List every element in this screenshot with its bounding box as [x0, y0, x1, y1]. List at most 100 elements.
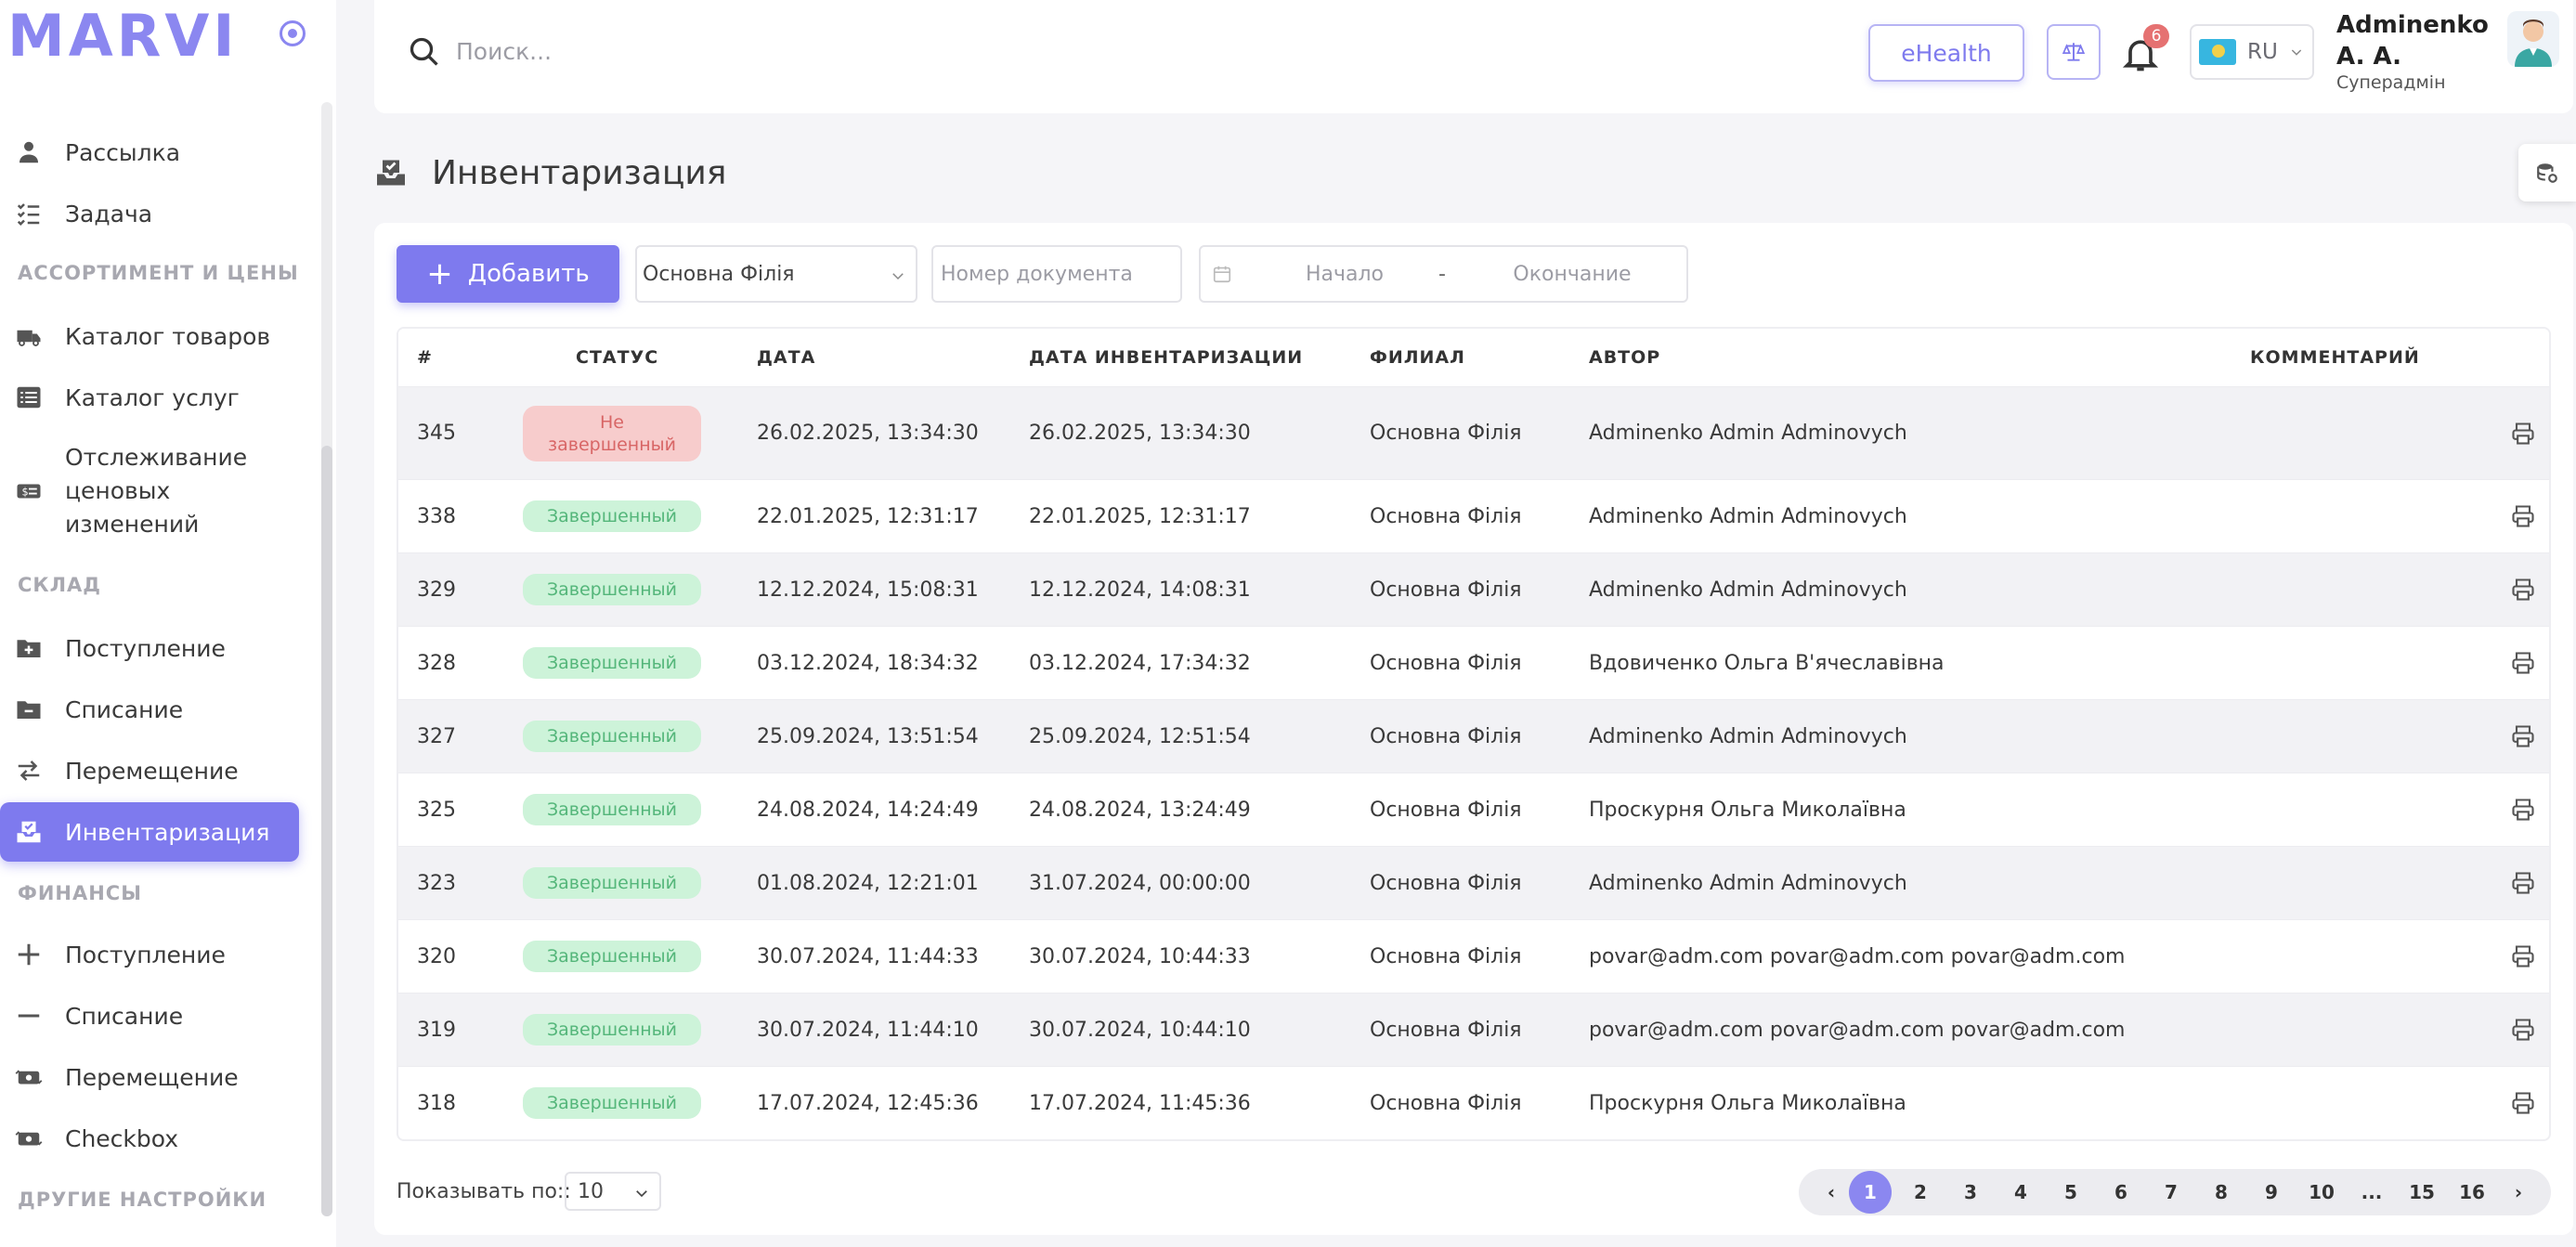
sidebar-item-service-catalog[interactable]: Каталог услуг: [0, 375, 299, 420]
add-button[interactable]: + Добавить: [397, 245, 619, 303]
print-icon[interactable]: [2510, 1090, 2536, 1116]
inventory-icon: [15, 818, 43, 846]
table-row[interactable]: 319 30.07.2024, 11:44:10 30.07.2024, 10:44…: [398, 993, 2549, 1066]
sidebar-item-finance-receipt[interactable]: Поступление: [0, 932, 299, 977]
pagination-page[interactable]: 10: [2300, 1171, 2343, 1214]
pagination-prev-icon[interactable]: ‹: [1810, 1171, 1853, 1214]
cell-inventory-date: 22.01.2025, 12:31:17: [1029, 504, 1251, 528]
top-header: eHealth 6 RU Adminenko A. A. Суперадмін: [374, 0, 2573, 113]
sidebar-item-finance-transfer[interactable]: Перемещение: [0, 1055, 299, 1099]
column-header-num[interactable]: #: [417, 347, 433, 368]
sidebar-scrollbar-thumb[interactable]: [321, 446, 332, 1216]
cell-branch: Основна Філія: [1370, 578, 1522, 602]
column-header-inventory-date[interactable]: ДАТА ИНВЕНТАРИЗАЦИИ: [1029, 347, 1303, 368]
sidebar-item-warehouse-writeoff[interactable]: Списание: [0, 687, 299, 732]
person-icon: [15, 138, 43, 166]
date-end-field[interactable]: Окончание: [1498, 263, 1646, 286]
pagination-page[interactable]: 8: [2200, 1171, 2243, 1214]
table-row[interactable]: 328 03.12.2024, 18:34:32 03.12.2024, 17:34…: [398, 626, 2549, 699]
print-icon[interactable]: [2510, 1017, 2536, 1043]
print-icon[interactable]: [2510, 870, 2536, 896]
table-row[interactable]: 323 01.08.2024, 12:21:01 31.07.2024, 00:00…: [398, 846, 2549, 919]
print-icon[interactable]: [2510, 797, 2536, 823]
status-badge: Завершенный: [523, 721, 701, 752]
table-row[interactable]: 329 12.12.2024, 15:08:31 12.12.2024, 14:08…: [398, 552, 2549, 626]
page-size-select[interactable]: 10: [565, 1172, 661, 1211]
chevron-down-icon: [2291, 49, 2302, 56]
cell-inventory-date: 17.07.2024, 11:45:36: [1029, 1091, 1251, 1115]
table-row[interactable]: 338 22.01.2025, 12:31:17 22.01.2025, 12:31…: [398, 479, 2549, 552]
page-title: Инвентаризация: [432, 153, 727, 192]
print-icon[interactable]: [2510, 577, 2536, 603]
chevron-down-icon: [892, 273, 904, 280]
sidebar-item-mailing[interactable]: Рассылка: [0, 130, 299, 175]
logo[interactable]: MARVI: [7, 2, 238, 70]
table-row[interactable]: 320 30.07.2024, 11:44:33 30.07.2024, 10:44…: [398, 919, 2549, 993]
sidebar-item-label: Списание: [65, 695, 184, 723]
cell-date: 30.07.2024, 11:44:33: [757, 944, 979, 968]
search-input[interactable]: [456, 28, 1199, 74]
pagination-page[interactable]: 16: [2451, 1171, 2493, 1214]
sidebar-item-task[interactable]: Задача: [0, 191, 299, 236]
branch-select[interactable]: Основна Філія: [635, 245, 917, 303]
pagination-page[interactable]: 1: [1849, 1171, 1892, 1214]
print-icon[interactable]: [2510, 650, 2536, 676]
date-start-field[interactable]: Начало: [1284, 263, 1405, 286]
sidebar-item-checkbox[interactable]: Checkbox: [0, 1116, 299, 1161]
table-row[interactable]: 345 26.02.2025, 13:34:30 26.02.2025, 13:34…: [398, 386, 2549, 479]
sidebar-item-label: Рассылка: [65, 138, 181, 166]
page-title-row: Инвентаризация: [374, 149, 726, 197]
sidebar-item-finance-writeoff[interactable]: Списание: [0, 994, 299, 1038]
table-row[interactable]: 318 17.07.2024, 12:45:36 17.07.2024, 11:45…: [398, 1066, 2549, 1139]
print-icon[interactable]: [2510, 943, 2536, 969]
sidebar-item-label: Checkbox: [65, 1124, 179, 1152]
status-badge: Завершенный: [523, 647, 701, 679]
document-number-input[interactable]: [931, 245, 1182, 303]
table-body: 345 26.02.2025, 13:34:30 26.02.2025, 13:34…: [398, 386, 2549, 1139]
sidebar-item-warehouse-transfer[interactable]: Перемещение: [0, 748, 299, 793]
pagination-page[interactable]: 9: [2250, 1171, 2293, 1214]
column-header-date[interactable]: ДАТА: [757, 347, 815, 368]
sidebar-item-label: Перемещение: [65, 1063, 239, 1091]
avatar[interactable]: [2507, 11, 2559, 67]
cell-num: 323: [417, 871, 456, 895]
sidebar-item-inventory[interactable]: Инвентаризация: [0, 802, 299, 862]
sidebar-item-label: Перемещение: [65, 757, 239, 785]
table-row[interactable]: 325 24.08.2024, 14:24:49 24.08.2024, 13:24…: [398, 773, 2549, 846]
print-icon[interactable]: [2510, 503, 2536, 529]
label-line: изменений: [65, 511, 200, 538]
column-header-author[interactable]: АВТОР: [1589, 347, 1660, 368]
pagination-page[interactable]: 2: [1899, 1171, 1942, 1214]
column-header-branch[interactable]: ФИЛИАЛ: [1370, 347, 1465, 368]
pagination-page[interactable]: 5: [2049, 1171, 2092, 1214]
cell-author: povar@adm.com povar@adm.com povar@adm.co…: [1589, 944, 2126, 968]
cell-num: 325: [417, 798, 456, 822]
print-icon[interactable]: [2510, 421, 2536, 447]
cell-num: 319: [417, 1018, 456, 1042]
user-name[interactable]: Adminenko A. A.: [2336, 9, 2494, 72]
database-settings-button[interactable]: [2518, 144, 2576, 201]
print-icon[interactable]: [2510, 723, 2536, 749]
pagination-page[interactable]: 15: [2400, 1171, 2443, 1214]
column-header-status[interactable]: СТАТУС: [576, 347, 658, 368]
pagination-page[interactable]: 6: [2100, 1171, 2142, 1214]
table-row[interactable]: 327 25.09.2024, 13:51:54 25.09.2024, 12:51…: [398, 699, 2549, 773]
sidebar-toggle-icon[interactable]: [280, 20, 306, 46]
pagination-page[interactable]: 3: [1949, 1171, 1992, 1214]
sidebar-item-price-tracking[interactable]: $ Отслеживание ценовых изменений: [0, 436, 299, 546]
scales-button[interactable]: [2047, 24, 2101, 80]
language-select[interactable]: RU: [2190, 24, 2314, 80]
pagination-next-icon[interactable]: ›: [2497, 1171, 2540, 1214]
pagination-page[interactable]: 7: [2150, 1171, 2192, 1214]
add-button-label: Добавить: [467, 260, 590, 288]
sidebar-item-warehouse-receipt[interactable]: Поступление: [0, 626, 299, 670]
column-header-comment[interactable]: КОММЕНТАРИЙ: [2250, 347, 2420, 368]
label-line: ценовых: [65, 477, 171, 504]
search-icon[interactable]: [408, 35, 441, 69]
date-range-picker[interactable]: Начало - Окончание: [1199, 245, 1688, 303]
cell-author: povar@adm.com povar@adm.com povar@adm.co…: [1589, 1018, 2126, 1042]
ehealth-button[interactable]: eHealth: [1868, 24, 2024, 82]
pagination-page[interactable]: 4: [1999, 1171, 2042, 1214]
sidebar-item-product-catalog[interactable]: Каталог товаров: [0, 314, 299, 358]
cell-author: Adminenko Admin Adminovych: [1589, 871, 1907, 895]
